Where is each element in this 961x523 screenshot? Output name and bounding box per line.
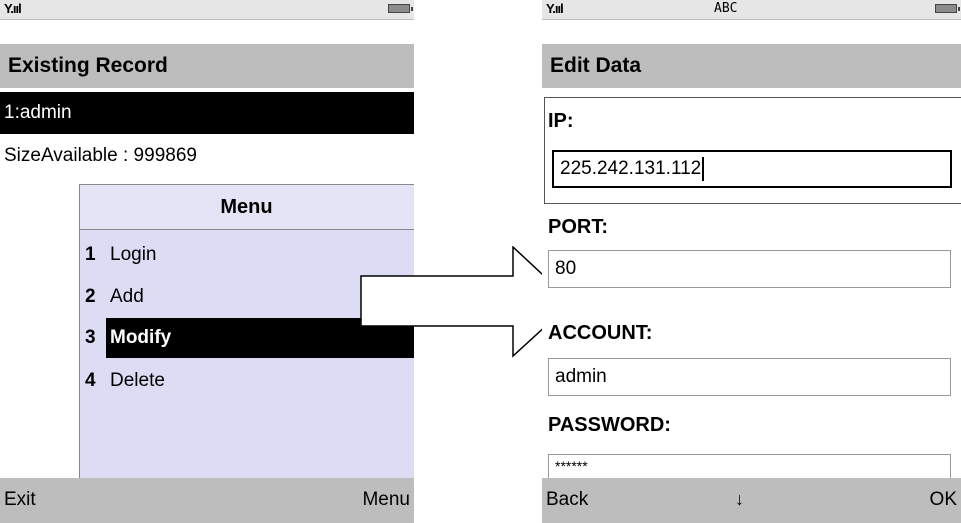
status-bar: Y.ııl ABC [542, 0, 961, 20]
menu-softkey[interactable]: Menu [362, 489, 410, 511]
down-arrow-icon: ↓ [735, 489, 744, 509]
account-value: admin [555, 366, 607, 387]
password-value: ****** [555, 458, 588, 474]
battery-icon [388, 4, 413, 13]
menu-item-label: Delete [110, 370, 165, 391]
menu-item-number: 1 [85, 244, 96, 265]
softkey-bar: Exit Menu [0, 478, 414, 523]
signal-strength-icon: Y.ııl [4, 1, 22, 16]
ok-softkey[interactable]: OK [930, 489, 957, 511]
input-mode-indicator: ABC [714, 1, 738, 16]
account-input[interactable]: admin [548, 358, 951, 396]
account-label: ACCOUNT: [548, 322, 653, 344]
password-label: PASSWORD: [548, 414, 671, 436]
right-phone-screen: Y.ııl ABC Edit Data IP: 225.242.131.112 … [542, 0, 961, 523]
menu-header: Menu [80, 185, 414, 230]
menu-item-label: Add [110, 286, 144, 307]
screen-title: Existing Record [0, 44, 414, 88]
back-softkey[interactable]: Back [546, 489, 588, 511]
screen-title: Edit Data [542, 44, 961, 88]
status-bar: Y.ııl [0, 0, 414, 20]
record-list-item[interactable]: 1:admin [0, 92, 414, 134]
menu-item-delete[interactable]: 4 Delete [80, 361, 414, 401]
port-label: PORT: [548, 216, 608, 238]
left-phone-screen: Y.ııl Existing Record 1:admin SizeAvaila… [0, 0, 414, 523]
menu-item-number: 4 [85, 370, 96, 391]
ip-input[interactable]: 225.242.131.112 [552, 150, 952, 188]
signal-strength-icon: Y.ııl [546, 1, 564, 16]
exit-softkey[interactable]: Exit [4, 489, 36, 511]
battery-icon [935, 4, 960, 13]
softkey-bar: Back ↓ OK [542, 478, 961, 523]
port-value: 80 [555, 258, 577, 279]
menu-item-number: 2 [85, 286, 96, 307]
size-available-text: SizeAvailable : 999869 [4, 145, 197, 166]
menu-item-number: 3 [85, 327, 96, 348]
ip-label: IP: [548, 110, 574, 132]
port-input[interactable]: 80 [548, 250, 951, 288]
ip-value: 225.242.131.112 [560, 158, 702, 179]
menu-item-label: Login [110, 244, 157, 265]
text-cursor [702, 156, 705, 181]
